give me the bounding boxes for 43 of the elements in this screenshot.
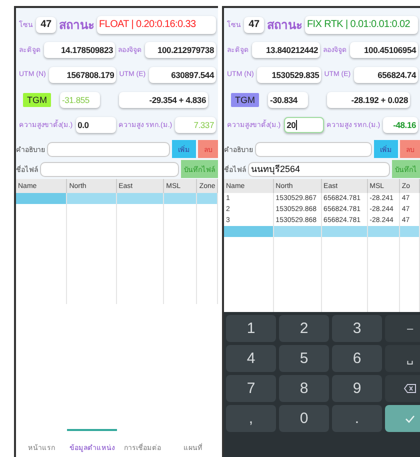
number-key[interactable]: 6 — [332, 345, 382, 372]
number-key[interactable]: 3 — [332, 315, 382, 342]
utm-north-field[interactable]: 1567808.179 — [48, 66, 116, 82]
antenna-height-field[interactable]: 20 — [284, 116, 324, 132]
file-name-field[interactable] — [40, 162, 179, 176]
number-key[interactable]: 9 — [332, 375, 382, 402]
status-field: FLOAT | 0.20:0.16:0.33 — [97, 16, 216, 34]
tgm-value-field[interactable]: -30.834 — [268, 92, 308, 108]
status-label: สถานะ — [59, 17, 94, 34]
tgm-button[interactable]: TGM — [23, 92, 51, 106]
status-field: FIX RTK | 0.01:0.01:0.02 — [305, 16, 418, 34]
check-icon — [405, 414, 415, 422]
number-key[interactable]: 0 — [279, 405, 329, 432]
description-field[interactable] — [47, 142, 170, 156]
geoid-field[interactable]: -29.354 + 4.836 — [119, 92, 208, 108]
msl-height-field[interactable]: -48.16 — [383, 116, 418, 132]
zone-field[interactable]: 47 — [36, 16, 56, 32]
longitude-field[interactable]: 100.212979738 — [145, 42, 216, 58]
number-key[interactable]: 2 — [279, 315, 329, 342]
tgm-button[interactable]: TGM — [231, 92, 259, 106]
number-key[interactable]: 1 — [226, 315, 276, 342]
status-label: สถานะ — [267, 17, 302, 34]
number-key[interactable]: 7 — [226, 375, 276, 402]
number-key[interactable]: . — [332, 405, 382, 432]
longitude-field[interactable]: 100.45106954 — [350, 42, 418, 58]
latitude-field[interactable]: 14.178509823 — [44, 42, 115, 58]
utm-north-field[interactable]: 1530529.835 — [256, 66, 322, 82]
latitude-field[interactable]: 13.840212442 — [252, 42, 320, 58]
utm-east-field[interactable]: 630897.544 — [148, 66, 216, 82]
number-key[interactable]: 5 — [279, 345, 329, 372]
file-name-field[interactable]: นนทบุรี2564 — [248, 162, 390, 176]
backspace-key[interactable] — [385, 375, 420, 402]
geoid-field[interactable]: -28.192 + 0.028 — [327, 92, 410, 108]
symbol-key[interactable]: – — [385, 315, 420, 342]
number-key[interactable]: 4 — [226, 345, 276, 372]
utm-east-field[interactable]: 656824.74 — [354, 66, 418, 82]
zone-field[interactable]: 47 — [244, 16, 264, 32]
backspace-icon — [404, 384, 416, 393]
symbol-key[interactable]: ␣ — [385, 345, 420, 372]
number-key[interactable]: , — [226, 405, 276, 432]
description-field[interactable] — [255, 142, 372, 156]
number-key[interactable]: 8 — [279, 375, 329, 402]
antenna-height-field[interactable]: 0.0 — [76, 116, 116, 132]
